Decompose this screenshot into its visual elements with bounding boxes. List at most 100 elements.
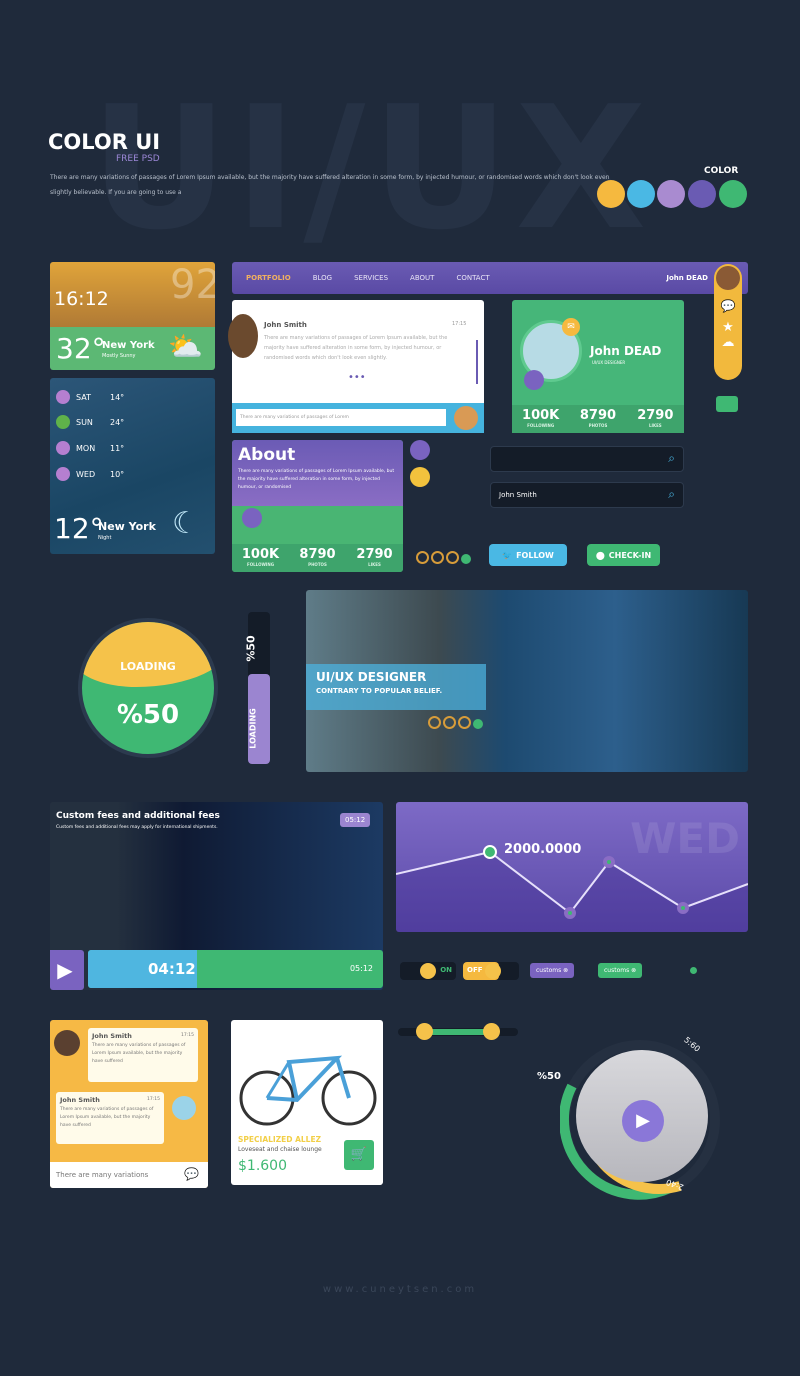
side-action-bar: 💬 ★ ☁ — [714, 264, 742, 380]
nav-about[interactable]: ABOUT — [410, 274, 434, 282]
audio-player: ▶ — [560, 1040, 720, 1200]
forecast-row: SAT 14° — [56, 390, 124, 404]
toggle-knob[interactable] — [420, 963, 436, 979]
clock: 16:12 — [54, 288, 109, 310]
avatar — [228, 314, 258, 358]
weather-icon — [56, 441, 70, 455]
cart-button[interactable]: 🛒 — [344, 1140, 374, 1170]
profile-card: ✉ John DEAD UI/UX DESIGNER 100K FOLLOWING… — [512, 300, 684, 433]
video-progress[interactable]: 04:12 05:12 — [88, 950, 383, 988]
slide-dot[interactable] — [458, 716, 471, 729]
day: SUN — [76, 417, 93, 427]
range-handle-min[interactable] — [416, 1023, 433, 1040]
users-icon[interactable] — [242, 508, 262, 528]
page-dot[interactable] — [416, 551, 429, 564]
bicycle-image — [239, 1055, 377, 1126]
nav-services[interactable]: SERVICES — [354, 274, 388, 282]
slide-dot-active[interactable] — [473, 719, 483, 729]
message-card: John Smith 17:15 There are many variatio… — [228, 300, 484, 433]
range-fill — [424, 1029, 492, 1035]
mail-icon[interactable]: ✉ — [562, 318, 580, 336]
message-text: There are many variations of passages of… — [264, 335, 448, 361]
condition: Night — [98, 535, 112, 541]
day: MON — [76, 443, 96, 453]
scrollbar[interactable] — [476, 340, 478, 384]
toggle-off[interactable]: OFF — [463, 962, 519, 980]
avatar[interactable] — [716, 266, 740, 290]
nav-portfolio[interactable]: PORTFOLIO — [246, 274, 291, 282]
day: WED — [76, 469, 96, 479]
swatch-purple[interactable] — [688, 180, 716, 208]
nav-user-name[interactable]: John DEAD — [666, 274, 708, 282]
stat-photos: 8790 PHOTOS — [579, 408, 617, 428]
profile-name: John DEAD — [590, 344, 662, 358]
play-button[interactable]: ▶ — [50, 950, 84, 990]
send-bubble-icon[interactable]: 💬 — [184, 1167, 199, 1181]
checkin-button[interactable]: ⬤ CHECK-IN — [587, 544, 660, 566]
more-button[interactable]: ••• — [348, 372, 366, 383]
page-dot[interactable] — [431, 551, 444, 564]
total-time: 05:12 — [349, 964, 373, 973]
hero-title: UI/UX DESIGNER — [316, 670, 427, 684]
avatar — [54, 1030, 80, 1056]
day: SAT — [76, 392, 91, 402]
video-title: Custom fees and additional fees — [56, 811, 220, 821]
users-icon[interactable] — [410, 440, 430, 460]
day-temp: 11° — [110, 443, 125, 453]
follow-button[interactable]: 🐦 FOLLOW — [489, 544, 567, 566]
range-handle-max[interactable] — [483, 1023, 500, 1040]
chat-icon[interactable]: 💬 — [714, 292, 742, 320]
nav-contact[interactable]: CONTACT — [456, 274, 489, 282]
pagination-dots — [416, 549, 473, 568]
graph-point[interactable] — [564, 907, 576, 919]
watermark: UI/UX — [90, 70, 653, 268]
profile-stats: 100K FOLLOWING 8790 PHOTOS 2790 LIKES — [512, 405, 684, 433]
toggle-on[interactable]: ON — [400, 962, 456, 980]
about-title: About — [238, 445, 296, 465]
cloud-icon[interactable]: ☁ — [714, 335, 742, 350]
swatch-yellow[interactable] — [597, 180, 625, 208]
about-text: There are many variations of passages of… — [238, 469, 395, 490]
smile-icon[interactable] — [410, 467, 430, 487]
search-input[interactable]: John Smith ⌕ — [490, 482, 684, 508]
customs-tag-green[interactable]: customs ⊗ — [598, 963, 643, 978]
toggle-knob[interactable] — [485, 963, 501, 979]
swatch-blue[interactable] — [627, 180, 655, 208]
reply-input[interactable]: There are many variations of passages of… — [236, 409, 446, 426]
page-dot[interactable] — [446, 551, 459, 564]
temperature: 12° — [54, 512, 104, 545]
status-dot — [690, 967, 697, 974]
search-icon[interactable]: ⌕ — [668, 487, 675, 502]
search-icon[interactable]: ⌕ — [668, 451, 675, 466]
vertical-label: LOADING — [248, 708, 258, 749]
slide-dot[interactable] — [428, 716, 441, 729]
loading-percent: %50 — [116, 700, 180, 730]
avatar — [454, 406, 478, 430]
range-slider[interactable] — [398, 1023, 518, 1040]
product-name: SPECIALIZED ALLEZ — [238, 1135, 322, 1144]
graph-point[interactable] — [483, 845, 497, 859]
graph-point[interactable] — [677, 902, 689, 914]
star-icon[interactable]: ★ — [714, 320, 742, 335]
swatch-lavender[interactable] — [657, 180, 685, 208]
customs-tag-purple[interactable]: customs ⊗ — [530, 963, 575, 978]
inbox-icon[interactable] — [716, 396, 738, 412]
loading-fill — [82, 622, 214, 687]
page-dot-active[interactable] — [461, 554, 471, 564]
weather-icon — [56, 467, 70, 481]
reply-bar: There are many variations of passages of… — [232, 403, 484, 433]
swatch-green[interactable] — [719, 180, 747, 208]
sender-name: John Smith — [264, 321, 307, 329]
forecast-row: MON 11° — [56, 441, 124, 455]
current-time: 04:12 — [148, 960, 196, 978]
nav-blog[interactable]: BLOG — [313, 274, 332, 282]
slide-dot[interactable] — [443, 716, 456, 729]
graph-point[interactable] — [603, 856, 615, 868]
graph-area — [396, 852, 748, 932]
play-button[interactable]: ▶ — [622, 1100, 664, 1142]
duration-badge: 05:12 — [340, 813, 371, 827]
users-icon[interactable] — [524, 370, 544, 390]
video-player: Custom fees and additional fees Custom f… — [50, 802, 383, 990]
line-graph: WED 2000.0000 — [396, 802, 748, 932]
search-input-empty[interactable]: ⌕ — [490, 446, 684, 472]
